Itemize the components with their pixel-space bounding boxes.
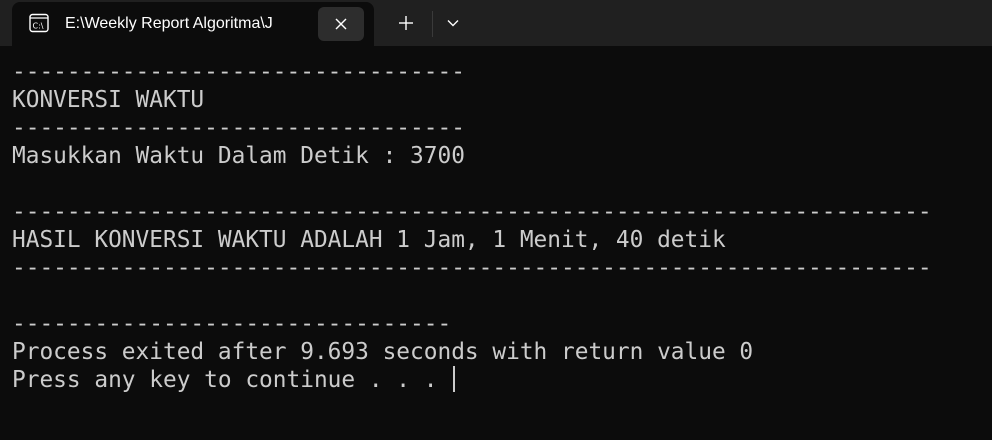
console-line: Process exited after 9.693 seconds with … — [12, 339, 754, 365]
plus-icon — [399, 16, 413, 30]
chevron-down-icon — [447, 20, 459, 27]
console-prompt-line: Press any key to continue . . . — [12, 366, 982, 394]
close-icon — [335, 18, 347, 30]
console-line: --------------------------------- — [12, 59, 465, 85]
console-line: ----------------------------------------… — [12, 199, 932, 225]
console-line: KONVERSI WAKTU — [12, 87, 205, 113]
console-line: -------------------------------- — [12, 311, 452, 337]
title-bar: C:\ E:\Weekly Report Algoritma\J — [0, 0, 992, 46]
terminal-icon: C:\ — [29, 13, 49, 33]
console-output[interactable]: --------------------------------- KONVER… — [12, 58, 982, 428]
terminal-window: C:\ E:\Weekly Report Algoritma\J -------… — [0, 0, 992, 440]
svg-text:C:\: C:\ — [33, 22, 44, 31]
console-prompt-text: Press any key to continue . . . — [12, 367, 452, 393]
tab-separator — [432, 11, 433, 37]
console-line: --------------------------------- — [12, 115, 465, 141]
console-line: Masukkan Waktu Dalam Detik : 3700 — [12, 143, 465, 169]
tab-dropdown-button[interactable] — [437, 8, 469, 38]
tab-close-button[interactable] — [318, 7, 364, 41]
tab-title: E:\Weekly Report Algoritma\J — [65, 15, 273, 32]
new-tab-button[interactable] — [388, 8, 424, 38]
text-cursor — [453, 366, 456, 392]
console-line: ----------------------------------------… — [12, 255, 932, 281]
console-line: HASIL KONVERSI WAKTU ADALAH 1 Jam, 1 Men… — [12, 227, 726, 253]
tab-active[interactable]: C:\ E:\Weekly Report Algoritma\J — [12, 2, 374, 46]
